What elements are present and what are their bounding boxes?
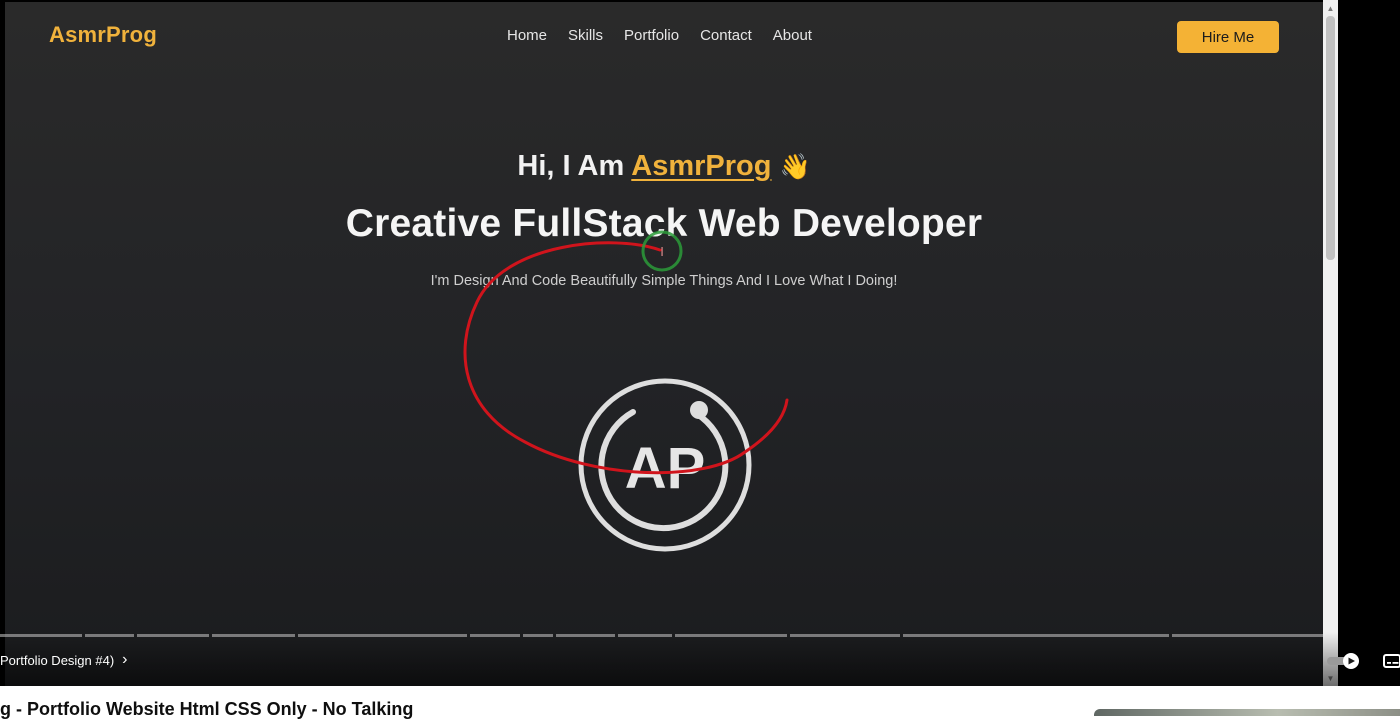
nav-skills[interactable]: Skills xyxy=(568,27,603,44)
portfolio-website: AsmrProg Home Skills Portfolio Contact A… xyxy=(5,2,1323,686)
progress-segment[interactable] xyxy=(212,634,295,637)
progress-segment[interactable] xyxy=(470,634,520,637)
progress-segment[interactable] xyxy=(85,634,134,637)
page-scrollbar[interactable]: ▲ ▼ xyxy=(1323,0,1338,686)
progress-segment[interactable] xyxy=(137,634,209,637)
site-logo[interactable]: AsmrProg xyxy=(49,22,157,48)
nav-home[interactable]: Home xyxy=(507,27,547,44)
hero-tagline: I'm Design And Code Beautifully Simple T… xyxy=(430,273,898,289)
progress-segment[interactable] xyxy=(903,634,1169,637)
closed-captions-icon[interactable] xyxy=(1383,654,1400,668)
progress-segment[interactable] xyxy=(618,634,672,637)
scroll-thumb[interactable] xyxy=(1326,16,1335,260)
chevron-right-icon: › xyxy=(122,651,128,668)
hire-me-button[interactable]: Hire Me xyxy=(1177,21,1279,53)
nav-portfolio[interactable]: Portfolio xyxy=(624,27,679,44)
nav-about[interactable]: About xyxy=(773,27,812,44)
main-nav: Home Skills Portfolio Contact About xyxy=(507,27,812,44)
greeting-name: AsmrProg xyxy=(631,150,772,182)
hero-headline: Creative FullStack Web Developer xyxy=(345,202,983,245)
recommended-video-thumbnail[interactable] xyxy=(1094,709,1400,716)
pen-annotation-stroke: I xyxy=(463,230,789,475)
progress-segment[interactable] xyxy=(523,634,553,637)
logo-mark-text: AP xyxy=(625,436,706,501)
chapter-title-button[interactable]: Portfolio Design #4) › xyxy=(0,652,128,668)
nav-contact[interactable]: Contact xyxy=(700,27,752,44)
video-player[interactable]: AsmrProg Home Skills Portfolio Contact A… xyxy=(0,0,1400,686)
progress-segment[interactable] xyxy=(298,634,467,637)
scroll-up-arrow-icon[interactable]: ▲ xyxy=(1323,0,1338,16)
progress-segment[interactable] xyxy=(1172,634,1323,637)
progress-segment[interactable] xyxy=(675,634,787,637)
chapter-progress-bar[interactable] xyxy=(0,634,1323,637)
ap-logo-mark: AP xyxy=(578,378,752,552)
video-title: g - Portfolio Website Html CSS Only - No… xyxy=(0,699,414,719)
progress-segment[interactable] xyxy=(0,634,82,637)
hero-greeting: Hi, I Am AsmrProg 👋 xyxy=(5,150,1323,183)
progress-segment[interactable] xyxy=(790,634,900,637)
player-controls xyxy=(0,632,1400,686)
text-cursor-icon: I xyxy=(660,244,664,259)
greeting-prefix: Hi, I Am xyxy=(517,150,632,182)
progress-segment[interactable] xyxy=(556,634,615,637)
autoplay-toggle-icon[interactable] xyxy=(1327,653,1363,669)
waving-hand-icon: 👋 xyxy=(779,153,811,181)
chapter-title: Portfolio Design #4) xyxy=(0,652,115,668)
